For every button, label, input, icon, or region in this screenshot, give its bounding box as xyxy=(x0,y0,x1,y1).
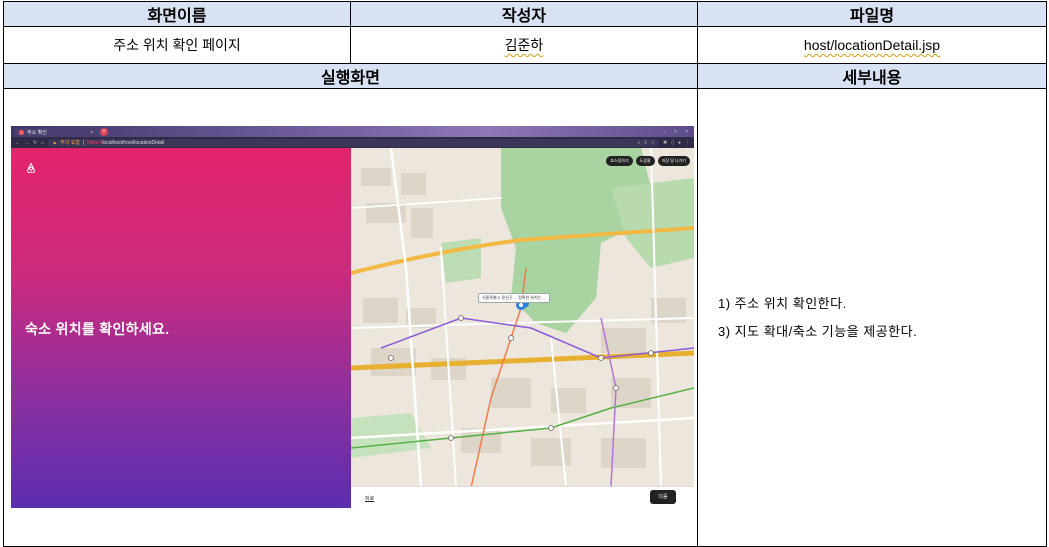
back-arrow-icon[interactable]: ← xyxy=(15,140,20,146)
value-author: 김준하 xyxy=(350,26,698,64)
url-text: localhost/host/locationDetail xyxy=(102,139,165,146)
browser-tabbar: 주소 확인 × + – □ × xyxy=(11,126,694,137)
sidebar-icon[interactable]: ▯ xyxy=(671,140,674,146)
map-header-buttons: 호스팅하기 도움말 저장 및 나가기 xyxy=(606,156,690,166)
next-button[interactable]: 다음 xyxy=(650,490,676,504)
map-view[interactable]: 호스팅하기 도움말 저장 및 나가기 서울특별시 용산구 ... 정확한 위치는… xyxy=(351,148,694,486)
browser-screenshot: 주소 확인 × + – □ × ← → ↻ ⌂ ▲ 주의 요함 | https:… xyxy=(11,126,694,508)
bottom-bar: 뒤로 다음 xyxy=(351,486,694,508)
extensions-icon[interactable]: ✱ xyxy=(663,140,667,146)
right-map-pane: 호스팅하기 도움말 저장 및 나가기 서울특별시 용산구 ... 정확한 위치는… xyxy=(351,148,694,508)
url-scheme: https:// xyxy=(87,139,103,146)
hosting-button[interactable]: 호스팅하기 xyxy=(606,156,633,166)
author-text: 김준하 xyxy=(504,37,544,53)
map-graphic xyxy=(351,148,694,486)
window-controls: – □ × xyxy=(663,129,694,135)
menu-icon[interactable]: ⋮ xyxy=(685,140,690,146)
search-icon[interactable]: ⌕ xyxy=(638,140,641,146)
profile-icon[interactable]: ● xyxy=(678,140,681,146)
tab-close-icon[interactable]: × xyxy=(90,130,93,136)
detail-item-1: 1) 주소 위치 확인한다. xyxy=(718,295,847,311)
map-tooltip: 서울특별시 용산구 ... 정확한 위치는 ... xyxy=(478,293,550,303)
file-name-text: host/locationDetail.jsp xyxy=(803,37,941,53)
star-icon[interactable]: ☆ xyxy=(651,140,655,146)
details-cell: 1) 주소 위치 확인한다. 3) 지도 확대/축소 기능을 제공한다. xyxy=(697,88,1047,547)
header-author: 작성자 xyxy=(350,1,698,27)
browser-addressbar: ← → ↻ ⌂ ▲ 주의 요함 | https://localhost/host… xyxy=(11,137,694,148)
header-screen-name: 화면이름 xyxy=(3,1,351,27)
home-icon[interactable]: ⌂ xyxy=(41,140,44,146)
header-file-name: 파일명 xyxy=(697,1,1047,27)
warning-icon: ▲ xyxy=(52,139,58,146)
screenshot-cell: 주소 확인 × + – □ × ← → ↻ ⌂ ▲ 주의 요함 | https:… xyxy=(3,88,698,547)
hero-heading: 숙소 위치를 확인하세요. xyxy=(25,321,170,337)
left-gradient-pane: 숙소 위치를 확인하세요. xyxy=(11,148,351,508)
favicon-icon xyxy=(19,130,24,135)
tab-title: 주소 확인 xyxy=(27,130,47,136)
airbnb-logo-icon[interactable] xyxy=(25,162,37,174)
doc-table: 화면이름 작성자 파일명 주소 위치 확인 페이지 김준하 host/locat… xyxy=(3,1,1047,547)
forward-arrow-icon[interactable]: → xyxy=(24,140,29,146)
browser-tab[interactable]: 주소 확인 × xyxy=(15,128,97,137)
detail-item-2: 3) 지도 확대/축소 기능을 제공한다. xyxy=(718,323,918,339)
save-exit-button[interactable]: 저장 및 나가기 xyxy=(657,156,690,166)
reload-icon[interactable]: ↻ xyxy=(33,140,37,146)
header-screenshot: 실행화면 xyxy=(3,63,698,89)
new-tab-icon[interactable]: + xyxy=(100,127,108,136)
maximize-icon[interactable]: □ xyxy=(674,129,677,135)
minimize-icon[interactable]: – xyxy=(663,129,666,135)
share-icon[interactable]: ⇪ xyxy=(643,140,647,146)
help-button[interactable]: 도움말 xyxy=(635,156,655,166)
security-warning: 주의 요함 xyxy=(60,140,80,146)
page-content: 숙소 위치를 확인하세요. 호스팅하기 도움말 저장 및 나가기 서울특별시 용… xyxy=(11,148,694,508)
value-screen-name: 주소 위치 확인 페이지 xyxy=(3,26,351,64)
close-window-icon[interactable]: × xyxy=(685,129,688,135)
header-details: 세부내용 xyxy=(697,63,1047,89)
back-link[interactable]: 뒤로 xyxy=(365,495,374,502)
url-field[interactable]: ▲ 주의 요함 | https://localhost/host/locatio… xyxy=(48,138,659,147)
value-file-name: host/locationDetail.jsp xyxy=(697,26,1047,64)
